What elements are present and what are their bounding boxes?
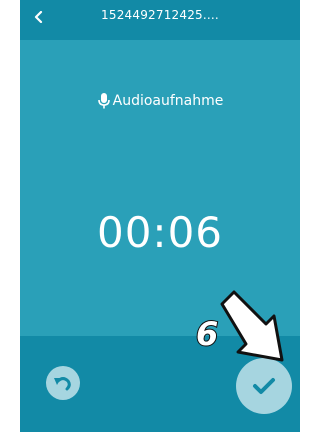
header-bar: 1524492712425.... (20, 0, 300, 40)
recording-panel: Audioaufnahme 00:06 (20, 40, 300, 336)
recording-label: Audioaufnahme (20, 92, 300, 110)
back-button[interactable] (28, 6, 50, 28)
undo-icon (54, 377, 71, 391)
checkmark-icon (253, 378, 275, 394)
undo-button[interactable] (46, 366, 80, 400)
recording-timer: 00:06 (96, 208, 224, 257)
confirm-button[interactable] (236, 358, 292, 414)
audio-recorder-screen: 1524492712425.... Audioaufnahme 00:06 6 (20, 0, 300, 432)
microphone-icon (97, 92, 111, 110)
chevron-left-icon (34, 11, 43, 23)
page-title: 1524492712425.... (101, 8, 219, 22)
footer-bar (20, 336, 300, 432)
recording-label-text: Audioaufnahme (112, 93, 224, 109)
